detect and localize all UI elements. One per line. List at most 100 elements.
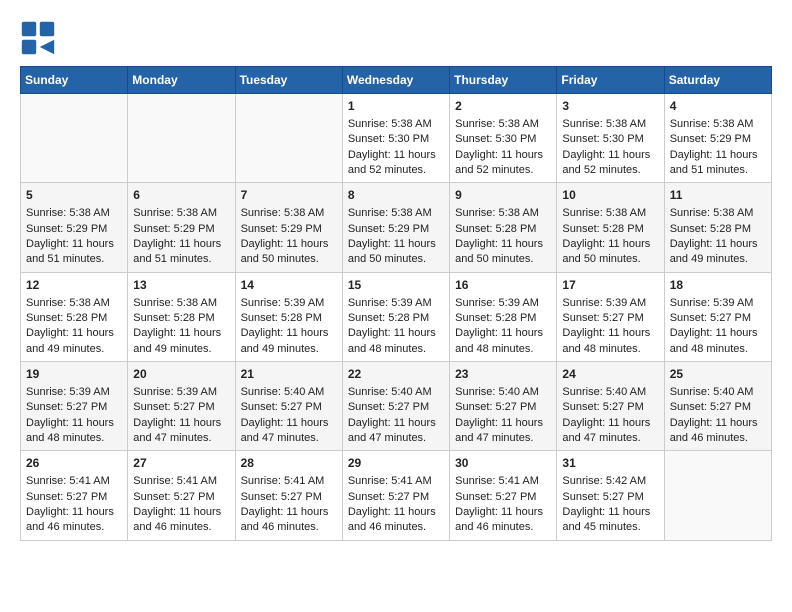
day-info: Sunset: 5:30 PM — [562, 132, 658, 147]
day-number: 20 — [133, 366, 229, 383]
day-info: Sunrise: 5:38 AM — [455, 117, 551, 132]
day-info: Sunrise: 5:40 AM — [455, 385, 551, 400]
day-info: Sunset: 5:28 PM — [455, 311, 551, 326]
day-number: 6 — [133, 187, 229, 204]
day-number: 29 — [348, 455, 444, 472]
day-info: and 49 minutes. — [133, 342, 229, 357]
day-number: 13 — [133, 277, 229, 294]
day-number: 24 — [562, 366, 658, 383]
day-info: Sunset: 5:29 PM — [348, 222, 444, 237]
day-info: Sunset: 5:27 PM — [348, 490, 444, 505]
calendar-cell: 18Sunrise: 5:39 AMSunset: 5:27 PMDayligh… — [664, 272, 771, 361]
calendar-cell — [128, 94, 235, 183]
day-info: Sunrise: 5:38 AM — [670, 117, 766, 132]
day-info: and 50 minutes. — [348, 252, 444, 267]
day-info: Daylight: 11 hours — [133, 505, 229, 520]
day-info: Sunset: 5:28 PM — [241, 311, 337, 326]
day-header-thursday: Thursday — [450, 67, 557, 94]
day-info: Sunrise: 5:39 AM — [670, 296, 766, 311]
day-info: Daylight: 11 hours — [562, 505, 658, 520]
day-info: and 51 minutes. — [26, 252, 122, 267]
day-info: Sunrise: 5:38 AM — [455, 206, 551, 221]
day-info: and 46 minutes. — [670, 431, 766, 446]
day-number: 16 — [455, 277, 551, 294]
calendar-week-row: 19Sunrise: 5:39 AMSunset: 5:27 PMDayligh… — [21, 362, 772, 451]
day-number: 22 — [348, 366, 444, 383]
day-info: Sunset: 5:27 PM — [670, 400, 766, 415]
calendar-week-row: 1Sunrise: 5:38 AMSunset: 5:30 PMDaylight… — [21, 94, 772, 183]
day-info: Sunset: 5:27 PM — [348, 400, 444, 415]
day-info: and 46 minutes. — [26, 520, 122, 535]
day-info: Daylight: 11 hours — [26, 326, 122, 341]
day-info: and 51 minutes. — [133, 252, 229, 267]
day-number: 5 — [26, 187, 122, 204]
day-info: Sunrise: 5:39 AM — [348, 296, 444, 311]
day-info: and 47 minutes. — [348, 431, 444, 446]
day-info: Sunset: 5:28 PM — [26, 311, 122, 326]
day-info: Sunset: 5:27 PM — [241, 400, 337, 415]
calendar-cell: 27Sunrise: 5:41 AMSunset: 5:27 PMDayligh… — [128, 451, 235, 540]
day-info: Daylight: 11 hours — [348, 326, 444, 341]
day-info: Sunset: 5:29 PM — [670, 132, 766, 147]
day-info: and 46 minutes. — [348, 520, 444, 535]
calendar-cell: 21Sunrise: 5:40 AMSunset: 5:27 PMDayligh… — [235, 362, 342, 451]
day-number: 25 — [670, 366, 766, 383]
day-info: Sunrise: 5:39 AM — [133, 385, 229, 400]
calendar-table: SundayMondayTuesdayWednesdayThursdayFrid… — [20, 66, 772, 541]
calendar-cell: 12Sunrise: 5:38 AMSunset: 5:28 PMDayligh… — [21, 272, 128, 361]
day-info: Sunrise: 5:40 AM — [348, 385, 444, 400]
day-info: Daylight: 11 hours — [562, 416, 658, 431]
calendar-cell: 9Sunrise: 5:38 AMSunset: 5:28 PMDaylight… — [450, 183, 557, 272]
calendar-cell: 5Sunrise: 5:38 AMSunset: 5:29 PMDaylight… — [21, 183, 128, 272]
day-info: Sunrise: 5:41 AM — [26, 474, 122, 489]
calendar-week-row: 5Sunrise: 5:38 AMSunset: 5:29 PMDaylight… — [21, 183, 772, 272]
day-info: Daylight: 11 hours — [26, 237, 122, 252]
day-info: Sunset: 5:27 PM — [455, 490, 551, 505]
day-info: Daylight: 11 hours — [348, 505, 444, 520]
day-number: 9 — [455, 187, 551, 204]
day-info: Sunrise: 5:39 AM — [241, 296, 337, 311]
day-info: Daylight: 11 hours — [241, 237, 337, 252]
day-number: 11 — [670, 187, 766, 204]
day-info: Sunset: 5:27 PM — [26, 490, 122, 505]
day-info: and 48 minutes. — [670, 342, 766, 357]
day-header-monday: Monday — [128, 67, 235, 94]
day-info: Sunset: 5:27 PM — [133, 490, 229, 505]
day-info: Sunrise: 5:38 AM — [348, 117, 444, 132]
day-info: Daylight: 11 hours — [670, 237, 766, 252]
day-number: 26 — [26, 455, 122, 472]
day-info: Sunrise: 5:38 AM — [670, 206, 766, 221]
day-info: and 46 minutes. — [241, 520, 337, 535]
day-number: 18 — [670, 277, 766, 294]
day-info: Daylight: 11 hours — [562, 326, 658, 341]
day-number: 27 — [133, 455, 229, 472]
calendar-cell: 10Sunrise: 5:38 AMSunset: 5:28 PMDayligh… — [557, 183, 664, 272]
day-number: 31 — [562, 455, 658, 472]
day-info: Sunset: 5:29 PM — [241, 222, 337, 237]
day-info: Daylight: 11 hours — [348, 148, 444, 163]
day-info: Sunset: 5:27 PM — [562, 400, 658, 415]
day-number: 19 — [26, 366, 122, 383]
calendar-cell: 20Sunrise: 5:39 AMSunset: 5:27 PMDayligh… — [128, 362, 235, 451]
day-info: Sunrise: 5:39 AM — [455, 296, 551, 311]
calendar-cell: 6Sunrise: 5:38 AMSunset: 5:29 PMDaylight… — [128, 183, 235, 272]
calendar-cell: 14Sunrise: 5:39 AMSunset: 5:28 PMDayligh… — [235, 272, 342, 361]
day-info: and 50 minutes. — [241, 252, 337, 267]
day-info: Sunrise: 5:38 AM — [26, 296, 122, 311]
day-info: Sunrise: 5:38 AM — [133, 206, 229, 221]
calendar-cell: 29Sunrise: 5:41 AMSunset: 5:27 PMDayligh… — [342, 451, 449, 540]
day-info: Daylight: 11 hours — [241, 505, 337, 520]
day-info: and 52 minutes. — [455, 163, 551, 178]
day-info: Sunrise: 5:41 AM — [241, 474, 337, 489]
day-info: and 51 minutes. — [670, 163, 766, 178]
day-info: Sunrise: 5:39 AM — [26, 385, 122, 400]
day-header-sunday: Sunday — [21, 67, 128, 94]
day-info: Daylight: 11 hours — [26, 505, 122, 520]
day-info: Sunrise: 5:38 AM — [26, 206, 122, 221]
day-info: Daylight: 11 hours — [241, 416, 337, 431]
day-info: Daylight: 11 hours — [455, 237, 551, 252]
calendar-cell: 24Sunrise: 5:40 AMSunset: 5:27 PMDayligh… — [557, 362, 664, 451]
day-info: Daylight: 11 hours — [348, 416, 444, 431]
day-info: and 48 minutes. — [26, 431, 122, 446]
day-info: Daylight: 11 hours — [670, 148, 766, 163]
